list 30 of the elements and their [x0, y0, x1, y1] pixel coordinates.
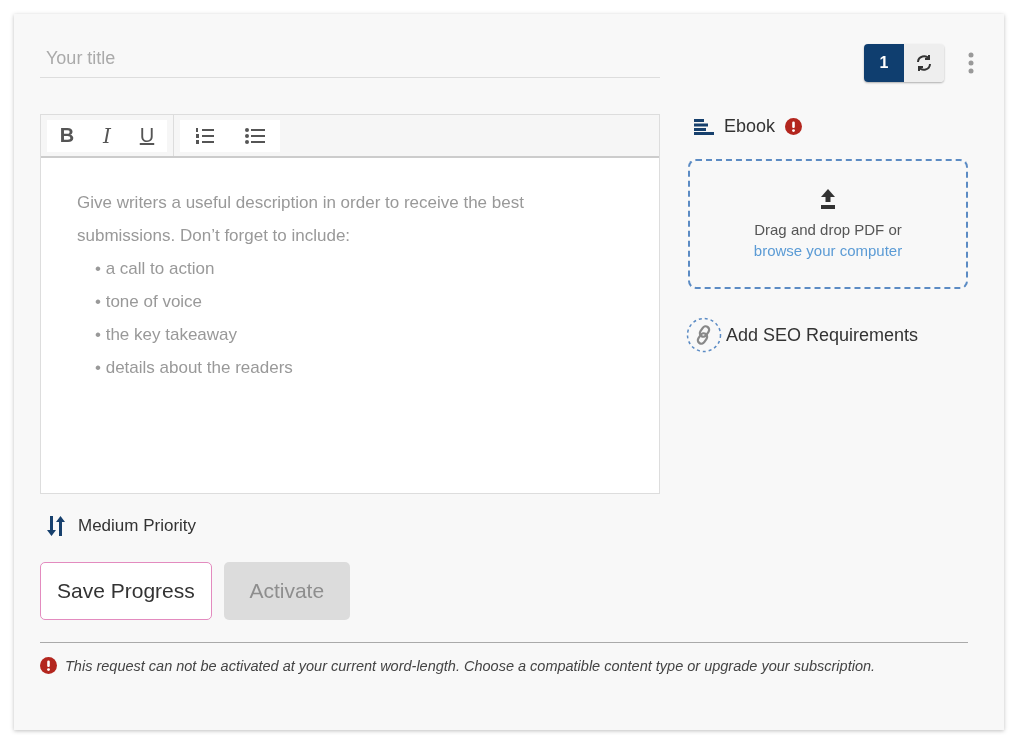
- numbered-list-icon: [196, 127, 214, 144]
- refresh-icon: [915, 54, 933, 72]
- error-message: This request can not be activated at your current word-length. Choose a compatible content type or upgrade your subscription.: [65, 657, 876, 674]
- link-icon[interactable]: [686, 317, 722, 353]
- hint-bullet-item: • the key takeaway: [94, 324, 239, 346]
- description-editor[interactable]: B I U Give writers a useful description in order to receive the best submissions. Don’t forget to include: • a call to action • tone of voice • the key takeaway • details about the readers: [40, 114, 660, 494]
- underline-button[interactable]: U: [127, 119, 167, 152]
- numbered-list-button[interactable]: [180, 119, 230, 152]
- text-lines-icon: [694, 118, 714, 135]
- bullet-list-button[interactable]: [230, 119, 280, 152]
- priority-label: Medium Priority: [78, 516, 197, 536]
- title-input-field[interactable]: Your title: [40, 44, 660, 78]
- description-hint: Give writers a useful description in order to receive the best submissions. Don’t forget to include:: [77, 192, 525, 247]
- add-seo-link[interactable]: Add SEO Requirements: [726, 324, 919, 346]
- more-options-icon[interactable]: [968, 52, 974, 74]
- count-badge: 1: [864, 44, 904, 82]
- save-progress-button[interactable]: Save Progress: [40, 562, 212, 620]
- hint-bullet-item: • a call to action: [94, 258, 216, 280]
- italic-button[interactable]: I: [87, 119, 127, 152]
- refresh-button[interactable]: [904, 44, 944, 82]
- bold-button[interactable]: B: [47, 119, 87, 152]
- hint-bullet-item: • details about the readers: [94, 357, 294, 379]
- upload-icon: [821, 189, 835, 209]
- bullet-list-icon: [245, 127, 265, 144]
- error-icon: [40, 657, 57, 674]
- sort-arrows-icon: [46, 516, 66, 536]
- content-type-label: Ebook: [724, 116, 776, 137]
- hint-bullet-item: • tone of voice: [94, 291, 204, 313]
- upload-drop-zone[interactable]: Drag and drop PDF or browse your computer: [688, 159, 968, 289]
- drop-instruction: Drag and drop PDF or: [754, 221, 902, 238]
